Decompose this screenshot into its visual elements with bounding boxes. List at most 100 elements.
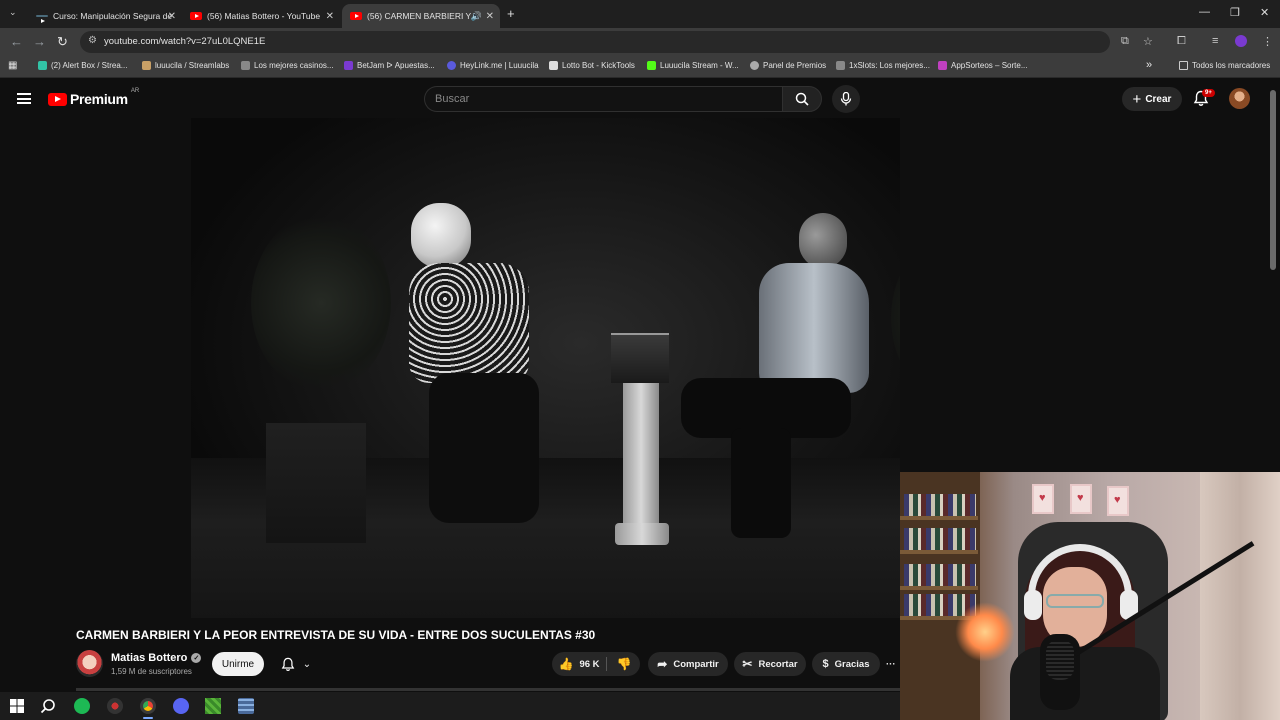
interviewee-figure <box>409 203 539 533</box>
bookmarks-overflow-button[interactable]: » <box>1146 59 1152 71</box>
browser-tab-strip: ⌄ Curso: Manipulación Segura de ✕ (56) M… <box>0 0 1280 28</box>
minecraft-icon[interactable] <box>205 698 221 714</box>
bookmark-casinos[interactable]: Los mejores casinos... <box>241 61 334 70</box>
tab-search-chevron-icon[interactable]: ⌄ <box>9 7 17 18</box>
bookmark-favicon-icon <box>836 61 845 70</box>
curtain <box>1200 472 1280 720</box>
youtube-favicon-icon <box>190 12 202 20</box>
search-button[interactable] <box>782 86 822 112</box>
hamburger-menu-icon[interactable] <box>17 93 31 104</box>
host-sweater <box>759 263 869 393</box>
windows-taskbar <box>0 692 900 720</box>
tab-channel[interactable]: (56) Matias Bottero - YouTube ✕ <box>176 4 340 28</box>
tab-close-icon[interactable]: ✕ <box>168 11 176 22</box>
tab-close-icon[interactable]: ✕ <box>486 11 494 22</box>
media-controls-icon[interactable]: ≡ <box>1212 35 1218 47</box>
create-button[interactable]: + Crear <box>1122 87 1182 111</box>
apps-grid-icon[interactable]: ▦ <box>8 60 17 71</box>
bookmark-alert-box[interactable]: (2) Alert Box / Strea... <box>38 61 127 70</box>
bookmark-favicon-icon <box>241 61 250 70</box>
bookmark-1xslots[interactable]: 1xSlots: Los mejores... <box>836 61 930 70</box>
bookmark-favicon-icon <box>750 61 759 70</box>
bookmark-favicon-icon <box>38 61 47 70</box>
maximize-button[interactable]: ❐ <box>1230 6 1240 19</box>
channel-name[interactable]: Matias Bottero ✓ <box>111 652 202 664</box>
windows-start-icon[interactable] <box>9 698 25 714</box>
back-button[interactable]: ← <box>10 34 23 49</box>
tab-course[interactable]: Curso: Manipulación Segura de ✕ <box>22 4 182 28</box>
bookmark-favicon-icon <box>549 61 558 70</box>
bookmark-panel-premios[interactable]: Panel de Premios <box>750 61 826 70</box>
clip-button[interactable]: ✂ Recortar <box>734 652 806 676</box>
bookmark-heylink[interactable]: HeyLink.me | Luuucila <box>447 61 539 70</box>
account-avatar[interactable] <box>1229 88 1250 109</box>
taskbar-search-icon[interactable] <box>40 698 56 714</box>
page-scrollbar[interactable] <box>1270 90 1276 270</box>
left-plant <box>251 213 391 393</box>
interviewee-hair <box>411 203 471 268</box>
channel-avatar[interactable] <box>76 650 103 677</box>
join-button[interactable]: Unirme <box>212 652 264 676</box>
bookmark-kick-stream[interactable]: Luuucila Stream - W... <box>647 61 739 70</box>
country-code: AR <box>130 88 140 94</box>
voice-search-button[interactable] <box>832 85 860 113</box>
tab-course-title: Curso: Manipulación Segura de <box>53 11 173 21</box>
thanks-button[interactable]: $ Gracias <box>812 652 880 676</box>
subscription-bell-button[interactable]: ⌄ <box>272 652 320 676</box>
bookmark-lotto-bot[interactable]: Lotto Bot - KickTools <box>549 61 635 70</box>
right-plant <box>891 228 900 408</box>
spotify-icon[interactable] <box>74 698 90 714</box>
share-button[interactable]: ➦ Compartir <box>648 652 728 676</box>
site-info-icon[interactable]: ⚙ <box>88 35 97 46</box>
bookmark-betjam[interactable]: BetJam ᐅ Apuestas... <box>344 61 435 70</box>
youtube-premium-logo[interactable]: Premium AR <box>48 88 140 107</box>
forward-button[interactable]: → <box>33 34 46 49</box>
bookmarks-bar: ▦ (2) Alert Box / Strea... luuucila / St… <box>0 56 1280 78</box>
more-actions-button[interactable]: ··· <box>886 652 900 676</box>
tab-channel-title: (56) Matias Bottero - YouTube <box>207 11 321 21</box>
logo-text: Premium <box>70 91 128 107</box>
bookmark-appsorteos[interactable]: AppSorteos – Sorte... <box>938 61 1028 70</box>
all-bookmarks-folder[interactable]: Todos los marcadores <box>1179 61 1270 70</box>
tab-close-icon[interactable]: ✕ <box>326 11 334 22</box>
youtube-header: Premium AR + Crear 9+ <box>0 80 1280 118</box>
install-app-icon[interactable]: ⧉ <box>1121 35 1129 48</box>
address-bar[interactable]: ⚙ youtube.com/watch?v=27uL0LQNE1E <box>80 31 1110 53</box>
tab-video-active[interactable]: (56) CARMEN BARBIERI Y L 🔊 ✕ <box>342 4 500 28</box>
reload-button[interactable]: ↻ <box>57 34 68 50</box>
dislike-button[interactable]: 👎 <box>608 652 640 676</box>
like-button[interactable]: 👍 96 K <box>552 652 606 676</box>
calculator-icon[interactable] <box>238 698 254 714</box>
course-favicon-icon <box>36 15 48 23</box>
clip-label: Recortar <box>758 658 798 670</box>
speaker-icon[interactable]: 🔊 <box>471 11 482 22</box>
shelf <box>900 586 978 590</box>
search-input[interactable] <box>425 87 782 111</box>
tab-video-title: (56) CARMEN BARBIERI Y L <box>367 11 479 21</box>
host-head <box>799 213 847 268</box>
shelf <box>900 516 978 520</box>
app-icon[interactable] <box>107 698 123 714</box>
share-arrow-icon: ➦ <box>657 657 668 671</box>
browser-menu-icon[interactable]: ⋮ <box>1262 35 1273 48</box>
active-app-indicator <box>143 717 153 719</box>
bookmark-star-icon[interactable]: ☆ <box>1143 35 1153 48</box>
streamer-webcam-overlay <box>900 472 1280 720</box>
new-tab-button[interactable]: + <box>507 6 515 21</box>
window-close-button[interactable]: ✕ <box>1260 6 1269 19</box>
extensions-icon[interactable]: ⧠ <box>1177 35 1186 48</box>
minimize-button[interactable]: — <box>1199 6 1210 18</box>
lamp-glow <box>955 602 1015 662</box>
discord-icon[interactable] <box>173 698 189 714</box>
chrome-icon[interactable] <box>140 698 156 714</box>
video-player[interactable] <box>191 118 900 618</box>
bookmark-favicon-icon <box>447 61 456 70</box>
profile-icon[interactable] <box>1235 35 1247 47</box>
bookmark-streamlabs[interactable]: luuucila / Streamlabs <box>142 61 229 70</box>
verified-check-icon: ✓ <box>191 653 202 663</box>
chevron-down-icon: ⌄ <box>302 658 312 670</box>
browser-toolbar: ← → ↻ ⚙ youtube.com/watch?v=27uL0LQNE1E … <box>0 28 1280 56</box>
search-icon <box>795 92 809 106</box>
url-text: youtube.com/watch?v=27uL0LQNE1E <box>104 36 266 47</box>
subscriber-count: 1,59 M de suscriptores <box>111 667 192 676</box>
